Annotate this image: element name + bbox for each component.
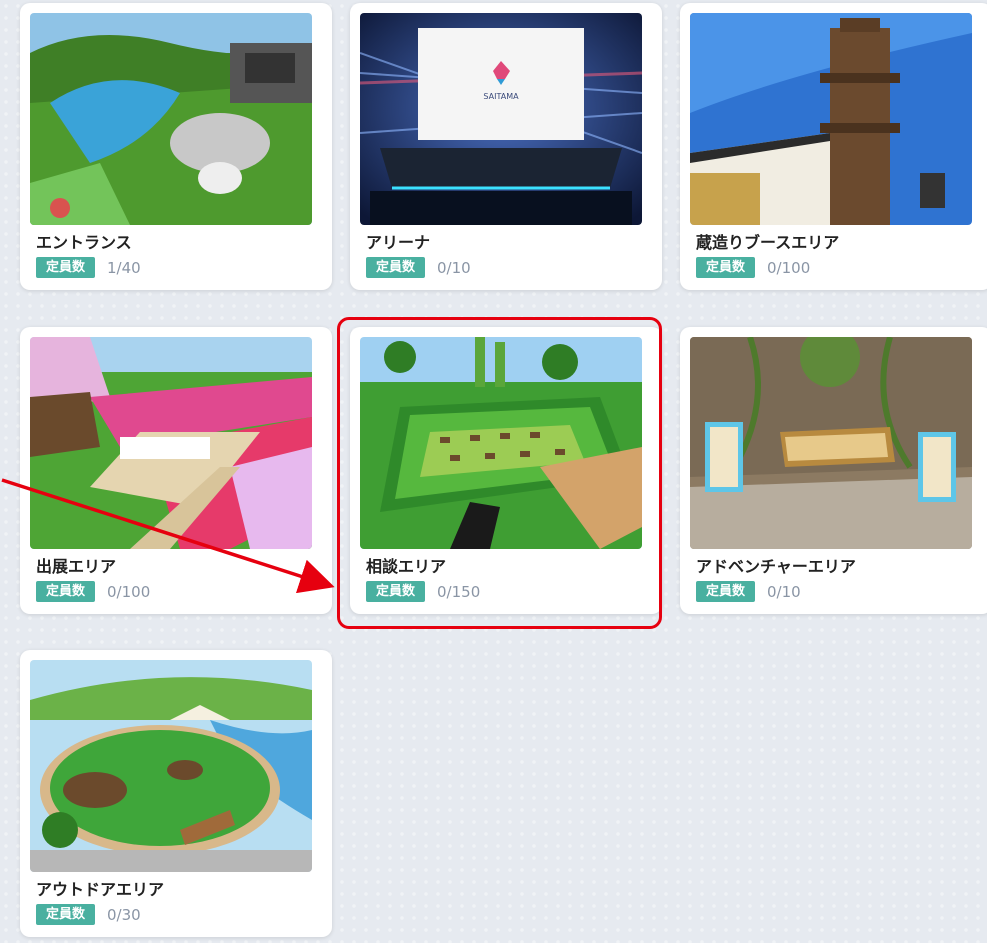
room-card-exhibition[interactable]: 出展エリア 定員数 0/100 <box>20 327 332 614</box>
arena-screen-logo: SAITAMA <box>483 92 519 101</box>
room-name: 出展エリア <box>36 557 117 576</box>
room-thumbnail: SAITAMA <box>360 13 642 225</box>
room-name: アウトドアエリア <box>36 880 165 899</box>
room-name: 蔵造りブースエリア <box>696 233 840 252</box>
capacity-badge: 定員数 <box>366 257 426 278</box>
capacity-badge: 定員数 <box>36 581 96 602</box>
capacity-badge: 定員数 <box>696 581 756 602</box>
capacity-count: 0/100 <box>767 258 811 277</box>
capacity-badge: 定員数 <box>366 581 426 602</box>
capacity-count: 0/100 <box>107 582 151 601</box>
room-card-consultation[interactable]: 相談エリア 定員数 0/150 <box>350 327 662 614</box>
room-thumbnail <box>30 13 312 225</box>
capacity-count: 1/40 <box>107 258 141 277</box>
capacity-count: 0/10 <box>437 258 471 277</box>
room-card-adventure[interactable]: アドベンチャーエリア 定員数 0/10 <box>680 327 987 614</box>
room-name: アドベンチャーエリア <box>696 557 856 576</box>
room-thumbnail <box>690 13 972 225</box>
capacity-count: 0/30 <box>107 905 141 924</box>
room-thumbnail <box>30 660 312 872</box>
room-thumbnail <box>690 337 972 549</box>
room-thumbnail <box>30 337 312 549</box>
room-name: 相談エリア <box>366 557 447 576</box>
room-name: エントランス <box>36 233 132 252</box>
room-card-outdoor[interactable]: アウトドアエリア 定員数 0/30 <box>20 650 332 937</box>
room-card-entrance[interactable]: エントランス 定員数 1/40 <box>20 3 332 290</box>
room-name: アリーナ <box>366 233 431 252</box>
room-card-kura-booth[interactable]: 蔵造りブースエリア 定員数 0/100 <box>680 3 987 290</box>
capacity-badge: 定員数 <box>36 257 96 278</box>
room-thumbnail <box>360 337 642 549</box>
capacity-count: 0/150 <box>437 582 481 601</box>
capacity-badge: 定員数 <box>36 904 96 925</box>
room-card-arena[interactable]: SAITAMA アリーナ 定員数 0/10 <box>350 3 662 290</box>
capacity-badge: 定員数 <box>696 257 756 278</box>
capacity-count: 0/10 <box>767 582 801 601</box>
